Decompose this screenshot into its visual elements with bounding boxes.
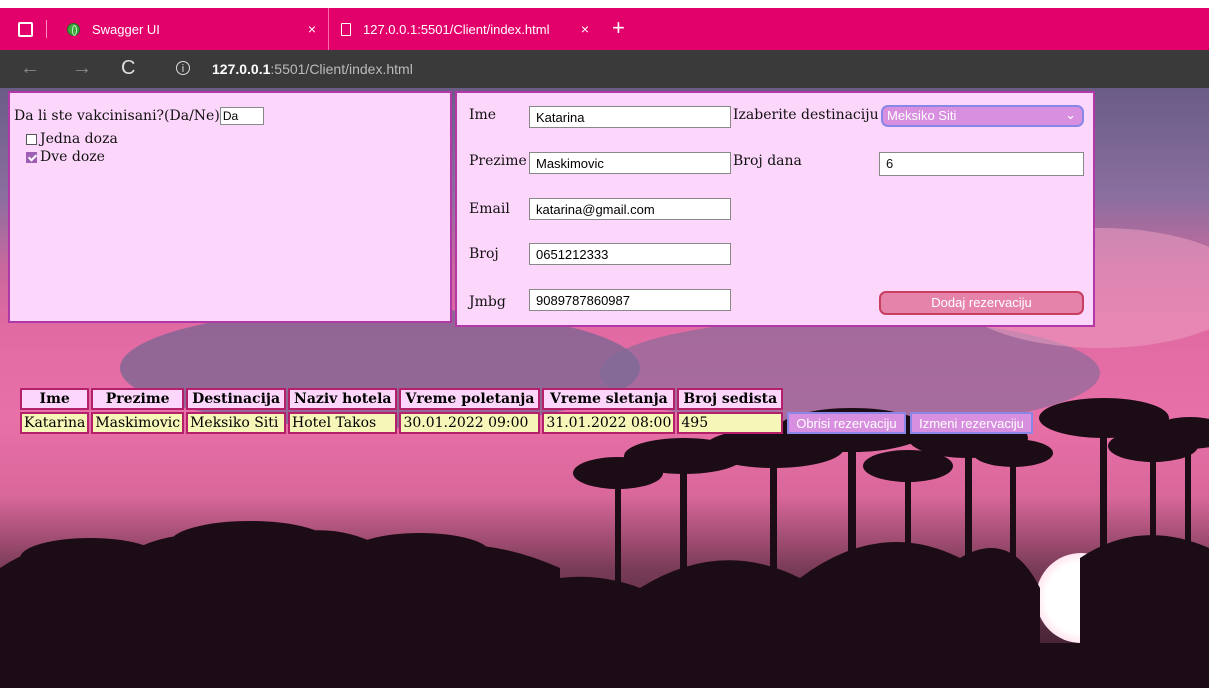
dose-option-two[interactable]: Dve doze <box>26 149 105 165</box>
days-input[interactable]: 6 <box>879 152 1084 176</box>
table-cell: Maskimovic <box>91 412 185 434</box>
dose-option-label: Jedna doza <box>40 131 118 147</box>
table-row: Katarina Maskimovic Meksiko Siti Hotel T… <box>20 412 1033 434</box>
table-cell: 495 <box>677 412 784 434</box>
column-header: Prezime <box>91 388 185 410</box>
tab-actions-icon[interactable] <box>18 22 33 37</box>
broj-label: Broj <box>469 246 499 262</box>
forward-arrow-icon[interactable]: → <box>72 57 92 80</box>
page-viewport: Da li ste vakcinisani?(Da/Ne) Jedna doza… <box>0 88 1209 688</box>
reservations-table: Ime Prezime Destinacija Naziv hotela Vre… <box>18 386 1035 436</box>
days-label: Broj dana <box>733 153 802 169</box>
column-header: Vreme sletanja <box>542 388 676 410</box>
table-cell: Katarina <box>20 412 90 434</box>
column-header: Destinacija <box>186 388 287 410</box>
ime-label: Ime <box>469 107 497 123</box>
close-tab-icon[interactable]: × <box>308 21 316 37</box>
dose-option-label: Dve doze <box>40 149 105 165</box>
table-cell: 30.01.2022 09:00 <box>399 412 541 434</box>
address-bar: ← → C i 127.0.0.1:5501/Client/index.html <box>0 50 1209 88</box>
new-tab-button[interactable]: + <box>612 15 625 41</box>
add-reservation-button[interactable]: Dodaj rezervaciju <box>879 291 1084 315</box>
reload-icon[interactable]: C <box>121 57 135 80</box>
tab-separator <box>46 20 47 38</box>
row-actions: Obrisi rezervaciju Izmeni rezervaciju <box>785 412 1033 434</box>
ime-input[interactable] <box>529 106 731 128</box>
tab-swagger-ui[interactable]: Swagger UI × <box>53 8 328 50</box>
vaccination-panel: Da li ste vakcinisani?(Da/Ne) Jedna doza… <box>8 91 452 323</box>
tab-title: Swagger UI <box>92 21 160 37</box>
destination-select[interactable]: Meksiko Siti ⌄ <box>881 105 1084 127</box>
email-label: Email <box>469 201 510 217</box>
close-tab-icon[interactable]: × <box>581 21 589 37</box>
destination-selected-value: Meksiko Siti <box>887 108 957 123</box>
reservation-form: Ime Prezime Email Broj Jmbg Izaberite de… <box>455 91 1095 327</box>
checkbox-two-doses[interactable] <box>26 151 37 163</box>
checkbox-one-dose[interactable] <box>26 133 37 145</box>
column-header: Naziv hotela <box>288 388 398 410</box>
column-header: Vreme poletanja <box>399 388 541 410</box>
edit-reservation-button[interactable]: Izmeni rezervaciju <box>910 412 1033 434</box>
vaccination-question: Da li ste vakcinisani?(Da/Ne) <box>14 108 220 124</box>
table-header-row: Ime Prezime Destinacija Naziv hotela Vre… <box>20 388 1033 410</box>
table-cell: Meksiko Siti <box>186 412 287 434</box>
url-path: :5501/Client/index.html <box>270 61 413 77</box>
table-cell: 31.01.2022 08:00 <box>542 412 676 434</box>
prezime-label: Prezime <box>469 153 527 169</box>
url-host: 127.0.0.1 <box>212 61 271 77</box>
broj-input[interactable] <box>529 243 731 265</box>
destination-label: Izaberite destinaciju <box>733 107 879 123</box>
jmbg-label: Jmbg <box>469 294 506 310</box>
tab-title: 127.0.0.1:5501/Client/index.html <box>363 21 550 37</box>
delete-reservation-button[interactable]: Obrisi rezervaciju <box>787 412 906 434</box>
jmbg-input[interactable] <box>529 289 731 311</box>
chevron-down-icon: ⌄ <box>1065 107 1076 122</box>
window-top-edge <box>0 0 1209 8</box>
dose-option-one[interactable]: Jedna doza <box>26 131 118 147</box>
info-icon[interactable]: i <box>176 61 190 75</box>
tab-client-index[interactable]: 127.0.0.1:5501/Client/index.html × <box>328 8 601 50</box>
vaccination-question-row: Da li ste vakcinisani?(Da/Ne) <box>14 107 264 125</box>
back-arrow-icon[interactable]: ← <box>20 57 40 80</box>
prezime-input[interactable] <box>529 152 731 174</box>
column-header: Ime <box>20 388 90 410</box>
browser-tab-strip: Swagger UI × 127.0.0.1:5501/Client/index… <box>0 0 1209 50</box>
url-field[interactable]: 127.0.0.1:5501/Client/index.html <box>212 61 413 77</box>
email-input[interactable] <box>529 198 731 220</box>
vaccination-answer-input[interactable] <box>219 107 264 125</box>
document-icon <box>341 22 351 36</box>
globe-icon <box>67 22 80 36</box>
column-header: Broj sedista <box>677 388 784 410</box>
table-cell: Hotel Takos <box>288 412 398 434</box>
